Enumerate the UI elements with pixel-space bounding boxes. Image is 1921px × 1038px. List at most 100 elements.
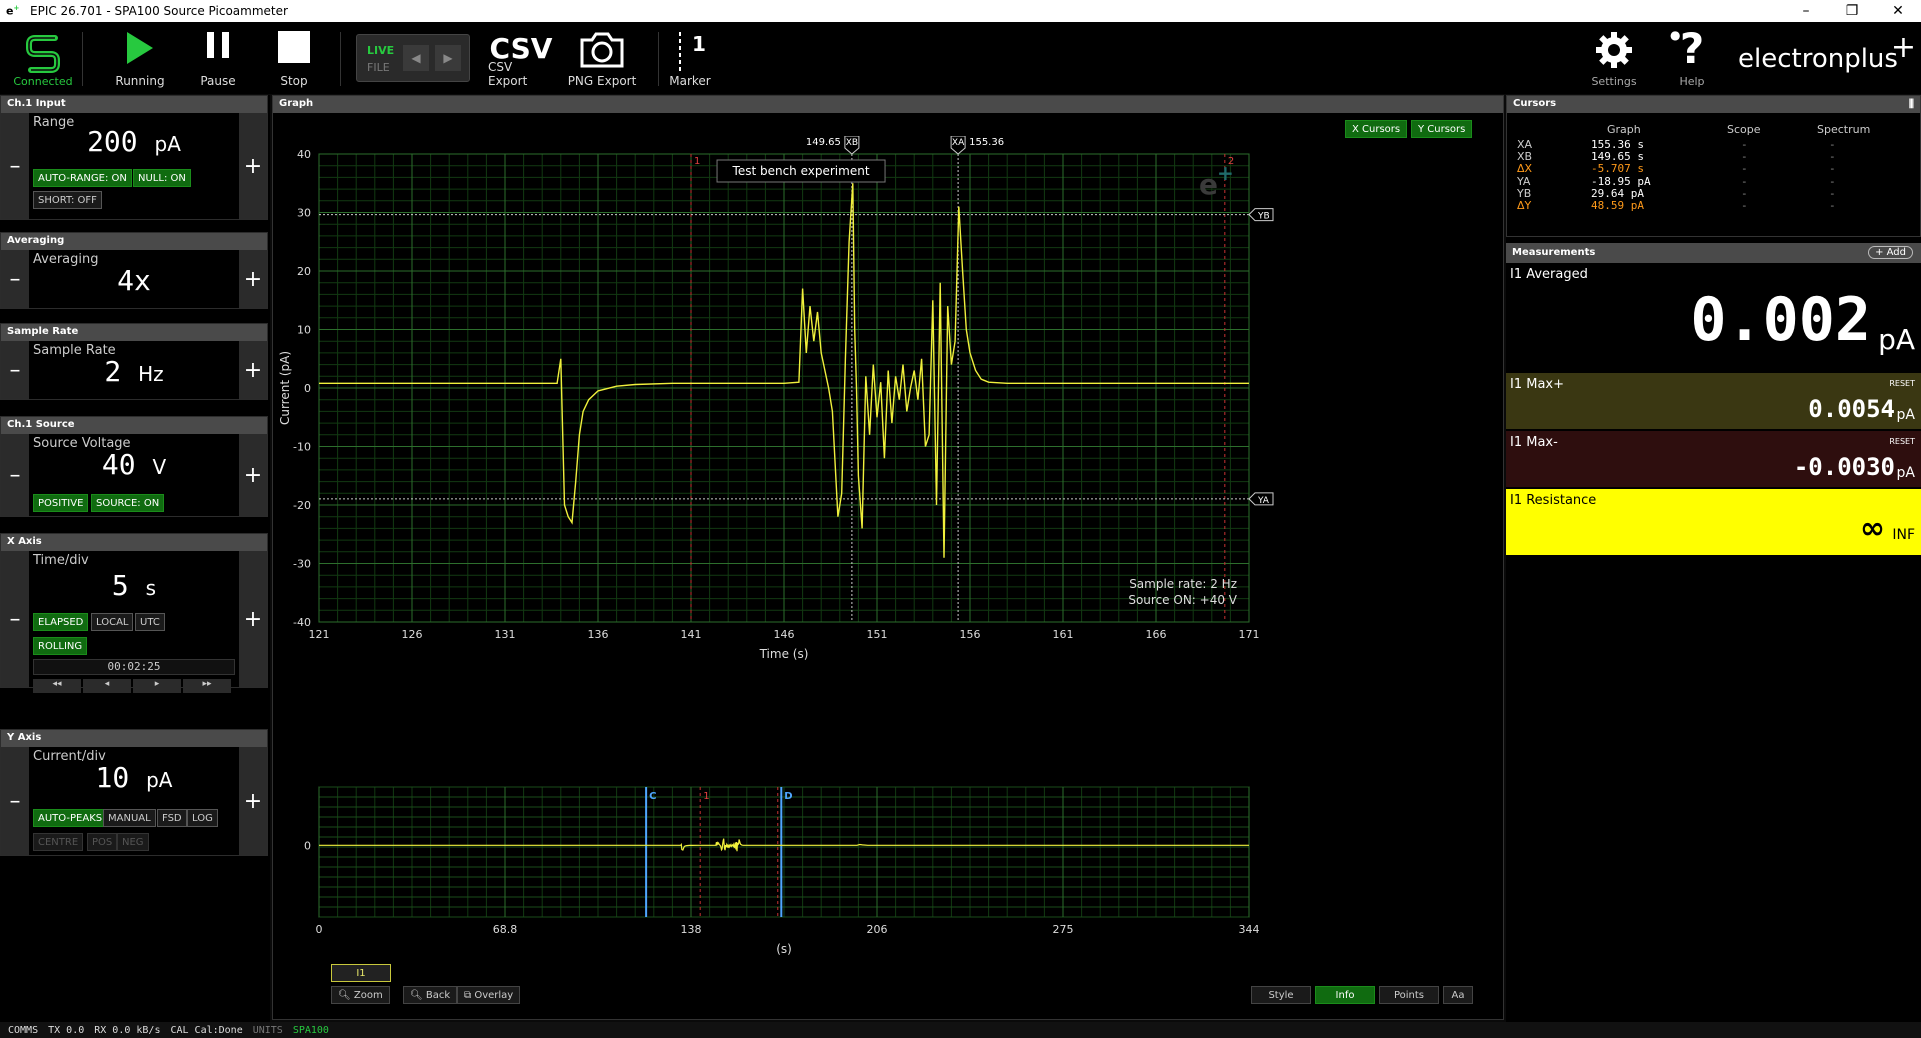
neg-chip[interactable]: NEG — [117, 833, 149, 851]
averaging-increase-button[interactable]: + — [239, 250, 267, 308]
minimize-button[interactable]: – — [1783, 0, 1829, 22]
points-button[interactable]: Points — [1379, 986, 1439, 1004]
min-reset-button[interactable]: RESET — [1889, 437, 1915, 446]
time-div-increase-button[interactable]: + — [239, 551, 267, 687]
main-plot[interactable]: 121 126 131 136 141 146 151 156 161 166 171 40 30 20 1… — [273, 136, 1503, 796]
png-export-button[interactable]: PNG Export — [566, 22, 638, 94]
cursor-scope-value: - — [1741, 162, 1748, 176]
cursor-scope-value: - — [1741, 186, 1748, 200]
x-tick-label: 131 — [495, 628, 516, 641]
time-div-unit: s — [145, 576, 157, 600]
camera-icon — [580, 32, 624, 68]
source-on-chip[interactable]: SOURCE: ON — [91, 494, 165, 512]
rolling-chip[interactable]: ROLLING — [33, 637, 88, 655]
zoom-button[interactable]: 🔍︎ Zoom — [331, 986, 390, 1004]
range-increase-button[interactable]: + — [239, 113, 267, 219]
source-voltage-increase-button[interactable]: + — [239, 434, 267, 516]
short-chip[interactable]: SHORT: OFF — [33, 191, 102, 209]
centre-chip[interactable]: CENTRE — [33, 833, 84, 851]
positive-chip[interactable]: POSITIVE — [33, 494, 89, 512]
csv-export-button[interactable]: CSV CSV Export — [488, 22, 554, 94]
stop-button[interactable]: Stop — [264, 22, 324, 94]
range-decrease-button[interactable]: – — [1, 113, 29, 219]
max-plus-measurement: I1 Max+ RESET 0.0054 pA — [1506, 373, 1921, 429]
overview-x-tick: 206 — [867, 923, 888, 936]
manual-chip[interactable]: MANUAL — [103, 809, 156, 827]
units-label: UNITS — [252, 1024, 283, 1036]
log-chip[interactable]: LOG — [187, 809, 218, 827]
elapsed-clock: 00:02:25 — [33, 659, 235, 675]
restore-button[interactable]: ❐ — [1829, 0, 1875, 22]
range-unit: pA — [154, 132, 181, 156]
settings-button[interactable]: Settings — [1584, 22, 1644, 94]
current-div-unit: pA — [146, 768, 173, 792]
add-measurement-button[interactable]: + Add — [1868, 246, 1913, 259]
back-button[interactable]: 🔍︎ Back — [403, 986, 458, 1004]
sample-rate-decrease-button[interactable]: – — [1, 341, 29, 399]
elapsed-chip[interactable]: ELAPSED — [33, 613, 89, 631]
cursor-scope-value: - — [1741, 199, 1748, 212]
max-plus-value: 0.0054 — [1808, 395, 1895, 423]
auto-peaks-chip[interactable]: AUTO-PEAKS — [33, 809, 108, 827]
connected-button[interactable]: Connected — [8, 22, 78, 94]
left-control-panel: Ch.1 Input – Range 200 pA AUTO-RANGE: ON… — [0, 95, 270, 1023]
x-tick-label: 171 — [1239, 628, 1260, 641]
watermark-logo-icon: e — [1199, 168, 1218, 201]
sample-rate-unit: Hz — [138, 362, 164, 386]
yb-cursor-tag-label: YB — [1257, 212, 1270, 222]
font-size-button[interactable]: Aa — [1443, 986, 1473, 1004]
live-file-toggle[interactable]: LIVE FILE ◀ ▶ — [356, 34, 470, 82]
max-reset-button[interactable]: RESET — [1889, 379, 1915, 388]
xb-cursor-tag-value: 149.65 — [806, 137, 841, 148]
pause-button[interactable]: Pause — [188, 22, 248, 94]
current-div-decrease-button[interactable]: – — [1, 747, 29, 855]
marker-button[interactable]: 1 Marker — [660, 22, 720, 94]
cursor-spectrum-value: - — [1829, 186, 1836, 200]
local-chip[interactable]: LOCAL — [91, 613, 134, 631]
prev-file-button[interactable]: ◀ — [403, 45, 429, 71]
y-tick-label: 10 — [297, 324, 311, 337]
series-i1-button[interactable]: I1 — [331, 964, 391, 982]
overview-plot[interactable]: 0 68.8 138 206 275 344 0 (s) C D 1 — [273, 779, 1503, 969]
help-button[interactable]: ? ● Help — [1662, 22, 1722, 94]
running-button[interactable]: Running — [110, 22, 170, 94]
cursor-graph-value: 149.65 s — [1591, 150, 1644, 164]
pos-chip[interactable]: POS — [87, 833, 118, 851]
model-name: SPA100 — [292, 1024, 329, 1036]
forward-button[interactable]: ▸ — [133, 679, 181, 693]
x-tick-label: 121 — [309, 628, 330, 641]
averaging-decrease-button[interactable]: – — [1, 250, 29, 308]
forward-fast-button[interactable]: ▸▸ — [183, 679, 231, 693]
max-minus-value: -0.0030 — [1793, 453, 1895, 481]
current-div-increase-button[interactable]: + — [239, 747, 267, 855]
time-div-decrease-button[interactable]: – — [1, 551, 29, 687]
info-button[interactable]: Info — [1315, 986, 1375, 1004]
averaging-section: Averaging – Averaging 4x + — [0, 232, 268, 309]
max-minus-measurement: I1 Max- RESET -0.0030 pA — [1506, 431, 1921, 487]
fsd-chip[interactable]: FSD — [157, 809, 187, 827]
averaged-unit: pA — [1878, 323, 1915, 356]
y-tick-label: 0 — [304, 382, 311, 395]
rewind-fast-button[interactable]: ◂◂ — [33, 679, 81, 693]
auto-range-chip[interactable]: AUTO-RANGE: ON — [33, 169, 132, 187]
settings-label: Settings — [1591, 75, 1637, 88]
zoom-icon: 🔍︎ — [338, 990, 351, 1001]
info-badge-icon: ● — [1670, 28, 1681, 42]
columns-icon[interactable]: ⦀ — [1909, 97, 1914, 112]
section-header: X Axis — [1, 534, 267, 551]
cursor-name: ΔY — [1517, 199, 1532, 212]
null-chip[interactable]: NULL: ON — [133, 169, 191, 187]
xa-cursor-tag-label: XA — [952, 138, 965, 148]
next-file-button[interactable]: ▶ — [435, 45, 461, 71]
overlay-button[interactable]: ⧉ Overlay — [457, 986, 521, 1004]
sample-rate-increase-button[interactable]: + — [239, 341, 267, 399]
source-voltage-decrease-button[interactable]: – — [1, 434, 29, 516]
time-div-value: 5 — [111, 569, 129, 602]
brand-plus-icon: + — [1890, 30, 1916, 65]
y-tick-label: -40 — [293, 616, 311, 629]
cursor-name: YB — [1517, 186, 1532, 200]
rewind-button[interactable]: ◂ — [83, 679, 131, 693]
style-button[interactable]: Style — [1251, 986, 1311, 1004]
close-button[interactable]: ✕ — [1875, 0, 1921, 22]
utc-chip[interactable]: UTC — [135, 613, 165, 631]
